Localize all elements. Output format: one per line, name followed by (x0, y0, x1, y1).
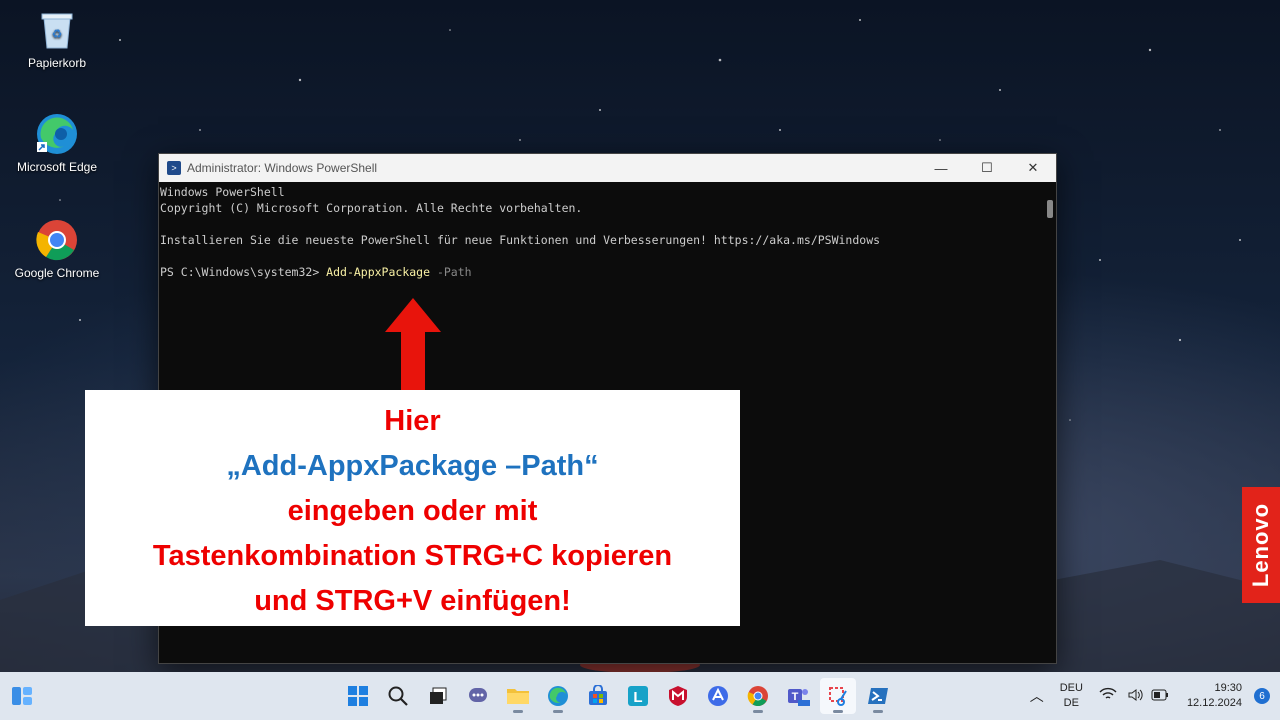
recycle-bin-icon: ♻ (35, 8, 79, 52)
desktop-icon-label: Google Chrome (14, 266, 100, 280)
chrome-icon (35, 218, 79, 262)
clock-time: 19:30 (1214, 682, 1242, 694)
snipping-tool-icon[interactable] (820, 678, 856, 714)
window-title: Administrator: Windows PowerShell (187, 161, 378, 175)
system-tray: ︿ DEU DE 19:30 12.12.2024 6 (1022, 672, 1280, 720)
wifi-icon[interactable] (1099, 687, 1117, 706)
store-icon[interactable] (580, 678, 616, 714)
lenovo-logo: Lenovo (1242, 487, 1280, 603)
taskbar-apps: L T (338, 672, 898, 720)
battery-icon[interactable] (1151, 689, 1169, 704)
chevron-up-icon[interactable]: ︿ (1030, 688, 1044, 704)
close-button[interactable]: ✕ (1010, 154, 1056, 182)
scrollbar-thumb[interactable] (1047, 200, 1053, 218)
svg-text:T: T (792, 691, 799, 703)
minimize-button[interactable]: — (918, 154, 964, 182)
powershell-icon: > (167, 161, 181, 175)
file-explorer-icon[interactable] (500, 678, 536, 714)
lenovo-logo-text: Lenovo (1248, 502, 1274, 588)
console-line: Windows PowerShell (160, 185, 285, 199)
console-prompt-line: PS C:\Windows\system32> Add-AppxPackage … (160, 264, 1056, 280)
teams-chat-icon[interactable] (460, 678, 496, 714)
language-code: DEU (1059, 682, 1083, 694)
window-titlebar[interactable]: > Administrator: Windows PowerShell — ☐ … (159, 154, 1056, 182)
task-view-icon[interactable] (420, 678, 456, 714)
desktop-icon-label: Microsoft Edge (16, 160, 98, 174)
svg-text:♻: ♻ (52, 27, 63, 41)
callout-line: Tastenkombination STRG+C kopieren (152, 540, 673, 572)
taskbar: L T ︿ DEU DE 19:30 12.12.2024 6 (0, 672, 1280, 720)
callout-line: und STRG+V einfügen! (254, 585, 571, 617)
desktop-icon-recycle-bin[interactable]: ♻ Papierkorb (12, 8, 102, 70)
console-line: Copyright (C) Microsoft Corporation. All… (160, 201, 583, 215)
console-prompt: PS C:\Windows\system32> (160, 265, 327, 279)
notification-badge[interactable]: 6 (1254, 688, 1270, 704)
console-command: Add-AppxPackage (326, 265, 431, 279)
edge-icon[interactable] (540, 678, 576, 714)
desktop-icon-label: Papierkorb (27, 56, 87, 70)
clock-date: 12.12.2024 (1186, 697, 1242, 709)
desktop-icon-chrome[interactable]: Google Chrome (12, 218, 102, 280)
console-parameter: -Path (430, 265, 472, 279)
mcafee-icon[interactable] (660, 678, 696, 714)
console-output[interactable]: Windows PowerShell Copyright (C) Microsof… (159, 182, 1056, 280)
search-icon[interactable] (380, 678, 416, 714)
teams-icon[interactable]: T (780, 678, 816, 714)
instruction-callout: Hier „Add-AppxPackage –Path“ eingeben od… (85, 390, 740, 626)
maximize-button[interactable]: ☐ (964, 154, 1010, 182)
callout-line: Hier (384, 405, 441, 437)
svg-text:L: L (633, 689, 642, 706)
edge-icon (35, 112, 79, 156)
console-line: Installieren Sie die neueste PowerShell … (160, 233, 881, 247)
clock[interactable]: 19:30 12.12.2024 (1187, 681, 1242, 711)
volume-icon[interactable] (1128, 688, 1144, 705)
powershell-icon[interactable] (860, 678, 896, 714)
callout-command: „Add-AppxPackage –Path“ (226, 450, 599, 482)
callout-line: eingeben oder mit (287, 495, 538, 527)
start-icon[interactable] (340, 678, 376, 714)
keyboard-layout: DE (1063, 697, 1079, 709)
language-indicator[interactable]: DEU DE (1060, 681, 1083, 711)
chrome-icon[interactable] (740, 678, 776, 714)
widgets-icon[interactable] (10, 684, 34, 708)
desktop-icon-edge[interactable]: Microsoft Edge (12, 112, 102, 174)
arc-icon[interactable] (700, 678, 736, 714)
red-arrow-up-icon (385, 298, 441, 390)
l-app-icon[interactable]: L (620, 678, 656, 714)
